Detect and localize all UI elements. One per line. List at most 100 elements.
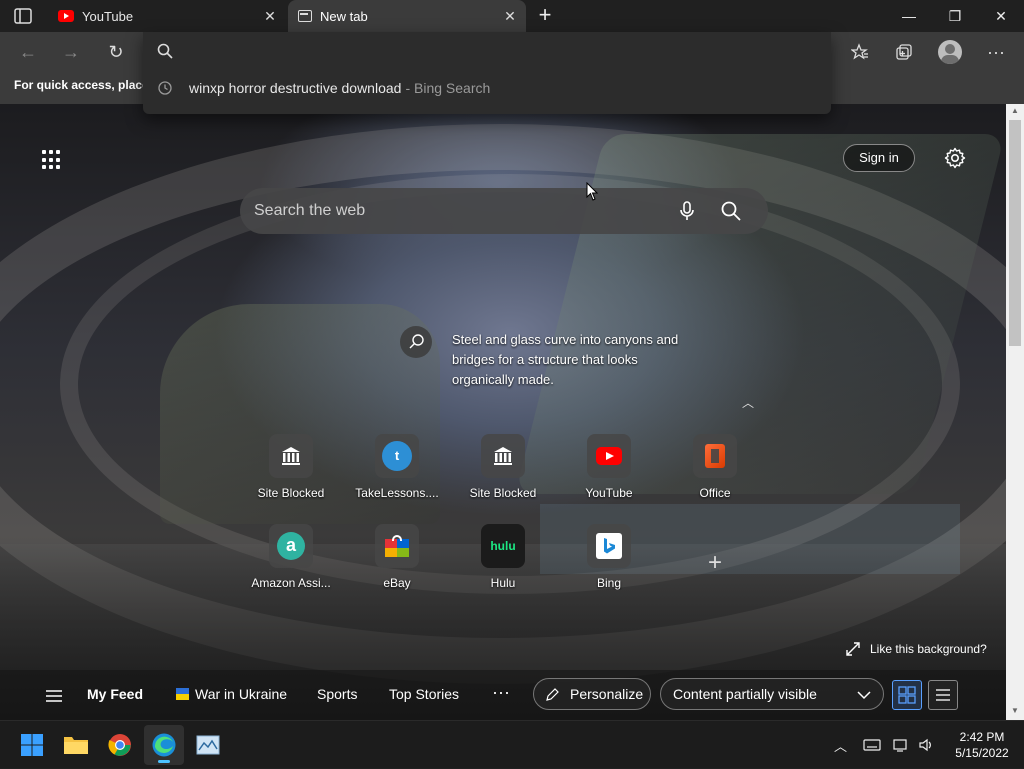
content-visibility-dropdown[interactable]: Content partially visible	[660, 678, 884, 710]
office-icon	[693, 434, 737, 478]
new-tab-page: Sign in Steel and glass curve into canyo…	[0, 104, 1006, 720]
favorites-icon[interactable]	[846, 38, 874, 66]
microphone-icon[interactable]	[676, 200, 698, 222]
keyboard-icon[interactable]	[863, 739, 881, 751]
amazon-assistant-icon: a	[269, 524, 313, 568]
image-caption[interactable]: Steel and glass curve into canyons and b…	[452, 330, 702, 390]
tile-label: TakeLessons....	[355, 486, 439, 500]
list-layout-button[interactable]	[928, 680, 958, 710]
back-icon[interactable]: ←	[14, 38, 42, 66]
personalize-label: Personalize	[570, 686, 644, 702]
system-tray: ︿	[834, 721, 935, 769]
tab-actions-icon[interactable]	[14, 8, 32, 24]
tab-label: New tab	[320, 8, 368, 24]
content-visibility-value: Content partially visible	[673, 686, 817, 702]
tab-youtube[interactable]: YouTube ✕	[48, 0, 286, 32]
personalize-button[interactable]: Personalize	[533, 678, 651, 710]
settings-more-icon[interactable]: ···	[982, 38, 1010, 66]
collections-icon[interactable]	[890, 38, 918, 66]
clock[interactable]: 2:42 PM 5/15/2022	[950, 729, 1014, 761]
image-info-button[interactable]	[400, 326, 432, 358]
list-icon	[936, 689, 950, 701]
address-bar[interactable]	[143, 32, 831, 70]
quick-link-tile[interactable]: Bing	[556, 524, 662, 604]
address-bar-dropdown: winxp horror destructive download - Bing…	[143, 32, 831, 114]
forward-icon[interactable]: →	[57, 38, 85, 66]
edge-icon	[152, 733, 176, 757]
quick-link-tile[interactable]: YouTube	[556, 434, 662, 514]
tile-label: Amazon Assi...	[251, 576, 331, 590]
site-blocked-icon	[481, 434, 525, 478]
quick-link-tile[interactable]: Site Blocked	[450, 434, 556, 514]
like-background-link[interactable]: Like this background?	[846, 642, 987, 656]
feed-more-icon[interactable]: ···	[492, 682, 510, 703]
feed-tab-war-in-ukraine[interactable]: War in Ukraine	[195, 686, 287, 702]
new-tab-page-icon	[298, 10, 312, 22]
search-icon[interactable]	[720, 200, 742, 222]
chevron-up-icon[interactable]: ︿	[742, 394, 754, 411]
page-scrollbar[interactable]: ▲ ▼	[1006, 104, 1024, 720]
windows-logo-icon	[21, 734, 43, 756]
feed-tab-top-stories[interactable]: Top Stories	[389, 686, 459, 702]
tab-new-tab[interactable]: New tab ✕	[288, 0, 526, 32]
suggestion-source: - Bing Search	[405, 80, 491, 96]
scroll-up-icon[interactable]: ▲	[1011, 106, 1019, 115]
quick-link-tile[interactable]: eBay	[344, 524, 450, 604]
minimize-icon[interactable]: —	[886, 0, 932, 32]
chrome-button[interactable]	[100, 725, 140, 765]
suggestion-query: winxp horror destructive download	[189, 80, 402, 96]
chevron-up-icon[interactable]: ︿	[834, 736, 847, 755]
ebay-icon	[375, 524, 419, 568]
close-tab-icon[interactable]: ✕	[262, 8, 278, 24]
title-bar: YouTube ✕ New tab ✕ + — ❐ ✕	[0, 0, 1024, 32]
web-search-box[interactable]	[240, 188, 768, 234]
quick-link-tile[interactable]: Site Blocked	[238, 434, 344, 514]
quick-link-tile[interactable]: Office	[662, 434, 768, 514]
feed-tab-my-feed[interactable]: My Feed	[87, 686, 143, 702]
tile-label: Hulu	[490, 576, 516, 590]
tab-label: YouTube	[82, 8, 134, 24]
window-controls: — ❐ ✕	[886, 0, 1024, 32]
edge-button[interactable]	[144, 725, 184, 765]
history-icon	[158, 81, 172, 95]
grid-layout-button[interactable]	[892, 680, 922, 710]
mouse-cursor-icon	[586, 182, 598, 201]
restore-icon[interactable]: ❐	[932, 0, 978, 32]
volume-icon[interactable]	[919, 738, 935, 752]
like-background-label: Like this background?	[870, 642, 987, 656]
feed-tab-sports[interactable]: Sports	[317, 686, 357, 702]
tile-label: Office	[699, 486, 731, 500]
app-launcher-icon[interactable]	[42, 150, 62, 170]
search-icon	[409, 334, 424, 349]
quick-link-tile[interactable]: a Amazon Assi...	[238, 524, 344, 604]
chrome-icon	[108, 734, 131, 756]
network-icon[interactable]	[893, 738, 909, 752]
close-tab-icon[interactable]: ✕	[502, 8, 518, 24]
tile-label: eBay	[383, 576, 411, 590]
suggestion-item[interactable]: winxp horror destructive download - Bing…	[143, 72, 831, 104]
start-button[interactable]	[12, 725, 52, 765]
sign-in-button[interactable]: Sign in	[843, 144, 915, 172]
bing-icon	[587, 524, 631, 568]
close-window-icon[interactable]: ✕	[978, 0, 1024, 32]
add-shortcut-button[interactable]: +	[700, 548, 730, 578]
folder-icon	[64, 737, 88, 754]
new-tab-button[interactable]: +	[534, 4, 556, 28]
quick-link-tile[interactable]: t TakeLessons....	[344, 434, 450, 514]
scroll-down-icon[interactable]: ▼	[1011, 706, 1019, 715]
youtube-icon	[587, 434, 631, 478]
grid-icon	[898, 686, 916, 704]
hamburger-menu-icon[interactable]	[46, 690, 62, 702]
favorites-bar-hint: For quick access, place y	[14, 78, 159, 92]
tile-label: Site Blocked	[257, 486, 325, 500]
profile-avatar[interactable]	[938, 40, 962, 64]
gear-icon[interactable]	[943, 146, 967, 170]
pencil-icon	[546, 688, 559, 701]
scrollbar-thumb[interactable]	[1009, 120, 1021, 346]
site-blocked-icon	[269, 434, 313, 478]
refresh-icon[interactable]: ↻	[102, 38, 130, 66]
file-explorer-button[interactable]	[56, 725, 96, 765]
image-viewer-button[interactable]	[188, 725, 228, 765]
takelessons-icon: t	[375, 434, 419, 478]
quick-link-tile[interactable]: hulu Hulu	[450, 524, 556, 604]
